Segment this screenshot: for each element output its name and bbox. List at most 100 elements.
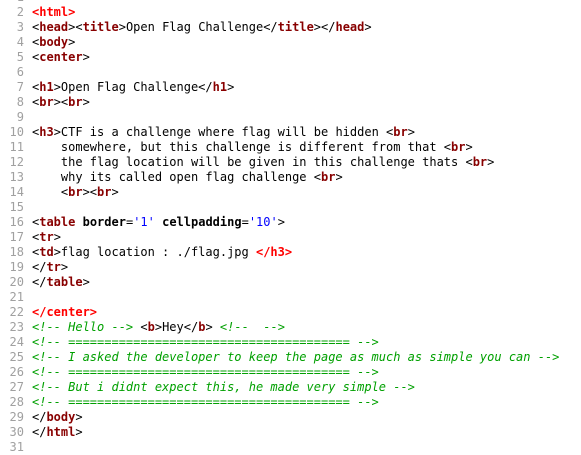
line-code: <h1>Open Flag Challenge</h1>: [32, 80, 234, 95]
source-line: 16 <table border='1' cellpadding='10'>: [0, 215, 581, 230]
line-number: 15: [9, 200, 24, 214]
code-token: </: [32, 410, 47, 424]
line-code: </table>: [32, 275, 90, 290]
code-token: '10': [248, 215, 278, 229]
code-token: >: [335, 170, 343, 184]
code-token: <!-- -->: [219, 320, 285, 334]
line-number: 6: [16, 65, 24, 79]
code-token: >Hey</: [154, 320, 199, 334]
source-line: 23 <!-- Hello --> <b>Hey</b> <!-- -->: [0, 320, 581, 335]
code-token: ><: [68, 20, 83, 34]
code-token: title: [82, 20, 119, 34]
code-token: >Open Flag Challenge</: [118, 20, 278, 34]
code-token: br: [393, 125, 408, 139]
code-token: >: [407, 125, 415, 139]
code-token: </: [32, 425, 47, 439]
code-token: <!-- Hello -->: [32, 320, 134, 334]
line-code: why its called open flag challenge <br>: [32, 170, 343, 185]
line-number: 3: [16, 20, 24, 34]
code-token: <!-- ===================================…: [32, 365, 379, 379]
line-number: 17: [9, 230, 24, 244]
code-token: =: [241, 215, 249, 229]
code-token: >: [53, 230, 61, 244]
line-code: <!-- But i didnt expect this, he made ve…: [32, 380, 415, 395]
code-token: >: [364, 20, 372, 34]
source-line: 11 somewhere, but this challenge is diff…: [0, 140, 581, 155]
source-line: 28 <!-- =================================…: [0, 395, 581, 410]
code-token: >: [277, 215, 285, 229]
line-number: 10: [9, 125, 24, 139]
line-code: </html>: [32, 425, 83, 440]
code-token: html: [46, 425, 76, 439]
code-token: h1: [39, 80, 54, 94]
line-number: 21: [9, 290, 24, 304]
source-line: 30 </html>: [0, 425, 581, 440]
source-line: 26 <!-- =================================…: [0, 365, 581, 380]
line-number: 5: [16, 50, 24, 64]
code-token: b: [147, 320, 155, 334]
code-token: why its called open flag challenge <: [32, 170, 321, 184]
line-number: 7: [16, 80, 24, 94]
code-token: <!-- ===================================…: [32, 335, 379, 349]
code-token: h3: [39, 125, 54, 139]
line-number: 29: [9, 410, 24, 424]
code-token: </h3>: [255, 245, 293, 259]
code-token: </: [32, 275, 47, 289]
source-line: 6: [0, 65, 581, 80]
line-code: <h3>CTF is a challenge where flag will b…: [32, 125, 415, 140]
code-token: >: [487, 155, 495, 169]
line-number: 20: [9, 275, 24, 289]
line-code: <table border='1' cellpadding='10'>: [32, 215, 285, 230]
code-token: </: [32, 260, 47, 274]
source-line: 3 <head><title>Open Flag Challenge</title…: [0, 20, 581, 35]
line-code: </body>: [32, 410, 83, 425]
code-token: >: [205, 320, 220, 334]
source-line: 24 <!-- =================================…: [0, 335, 581, 350]
source-line: 8 <br><br>: [0, 95, 581, 110]
code-token: >: [68, 35, 76, 49]
code-token: <html>: [32, 5, 76, 19]
line-number: 19: [9, 260, 24, 274]
source-view: 12<html>3<head><title>Open Flag Challeng…: [0, 0, 581, 455]
code-token: table: [46, 275, 83, 289]
line-code: <center>: [32, 50, 90, 65]
line-code: <tr>: [32, 230, 61, 245]
code-token: cellpadding: [162, 215, 242, 229]
code-token: ></: [313, 20, 336, 34]
code-token: somewhere, but this challenge is differe…: [32, 140, 452, 154]
source-line: 29 </body>: [0, 410, 581, 425]
line-number: 28: [9, 395, 24, 409]
line-number: 12: [9, 155, 24, 169]
line-code: <head><title>Open Flag Challenge</title>…: [32, 20, 372, 35]
line-code: <!-- ===================================…: [32, 335, 379, 350]
code-token: border: [82, 215, 126, 229]
code-token: >: [111, 185, 119, 199]
code-token: >: [82, 95, 90, 109]
line-number: 14: [9, 185, 24, 199]
source-line: 18 <td>flag location : ./flag.jpg </h3>: [0, 245, 581, 260]
line-code: <br><br>: [32, 185, 119, 200]
line-code: <html>: [32, 5, 75, 20]
code-token: br: [320, 170, 336, 184]
source-line: 4 <body>: [0, 35, 581, 50]
code-token: >Open Flag Challenge</: [53, 80, 213, 94]
line-number: 22: [9, 305, 24, 319]
source-line: 13 why its called open flag challenge <b…: [0, 170, 581, 185]
line-number: 31: [9, 440, 24, 454]
code-token: br: [68, 185, 83, 199]
line-number: 18: [9, 245, 24, 259]
source-line: 31: [0, 440, 581, 455]
code-token: tr: [46, 260, 61, 274]
code-token: br: [39, 95, 54, 109]
line-number: 9: [16, 110, 24, 124]
line-number: 11: [9, 140, 24, 154]
code-token: body: [46, 410, 76, 424]
code-token: <: [133, 320, 148, 334]
code-token: >CTF is a challenge where flag will be h…: [53, 125, 394, 139]
line-number: 23: [9, 320, 24, 334]
line-code: <br><br>: [32, 95, 90, 110]
code-token: >: [75, 410, 83, 424]
code-token: h1: [212, 80, 228, 94]
line-number: 30: [9, 425, 24, 439]
line-number: 2: [16, 5, 24, 19]
